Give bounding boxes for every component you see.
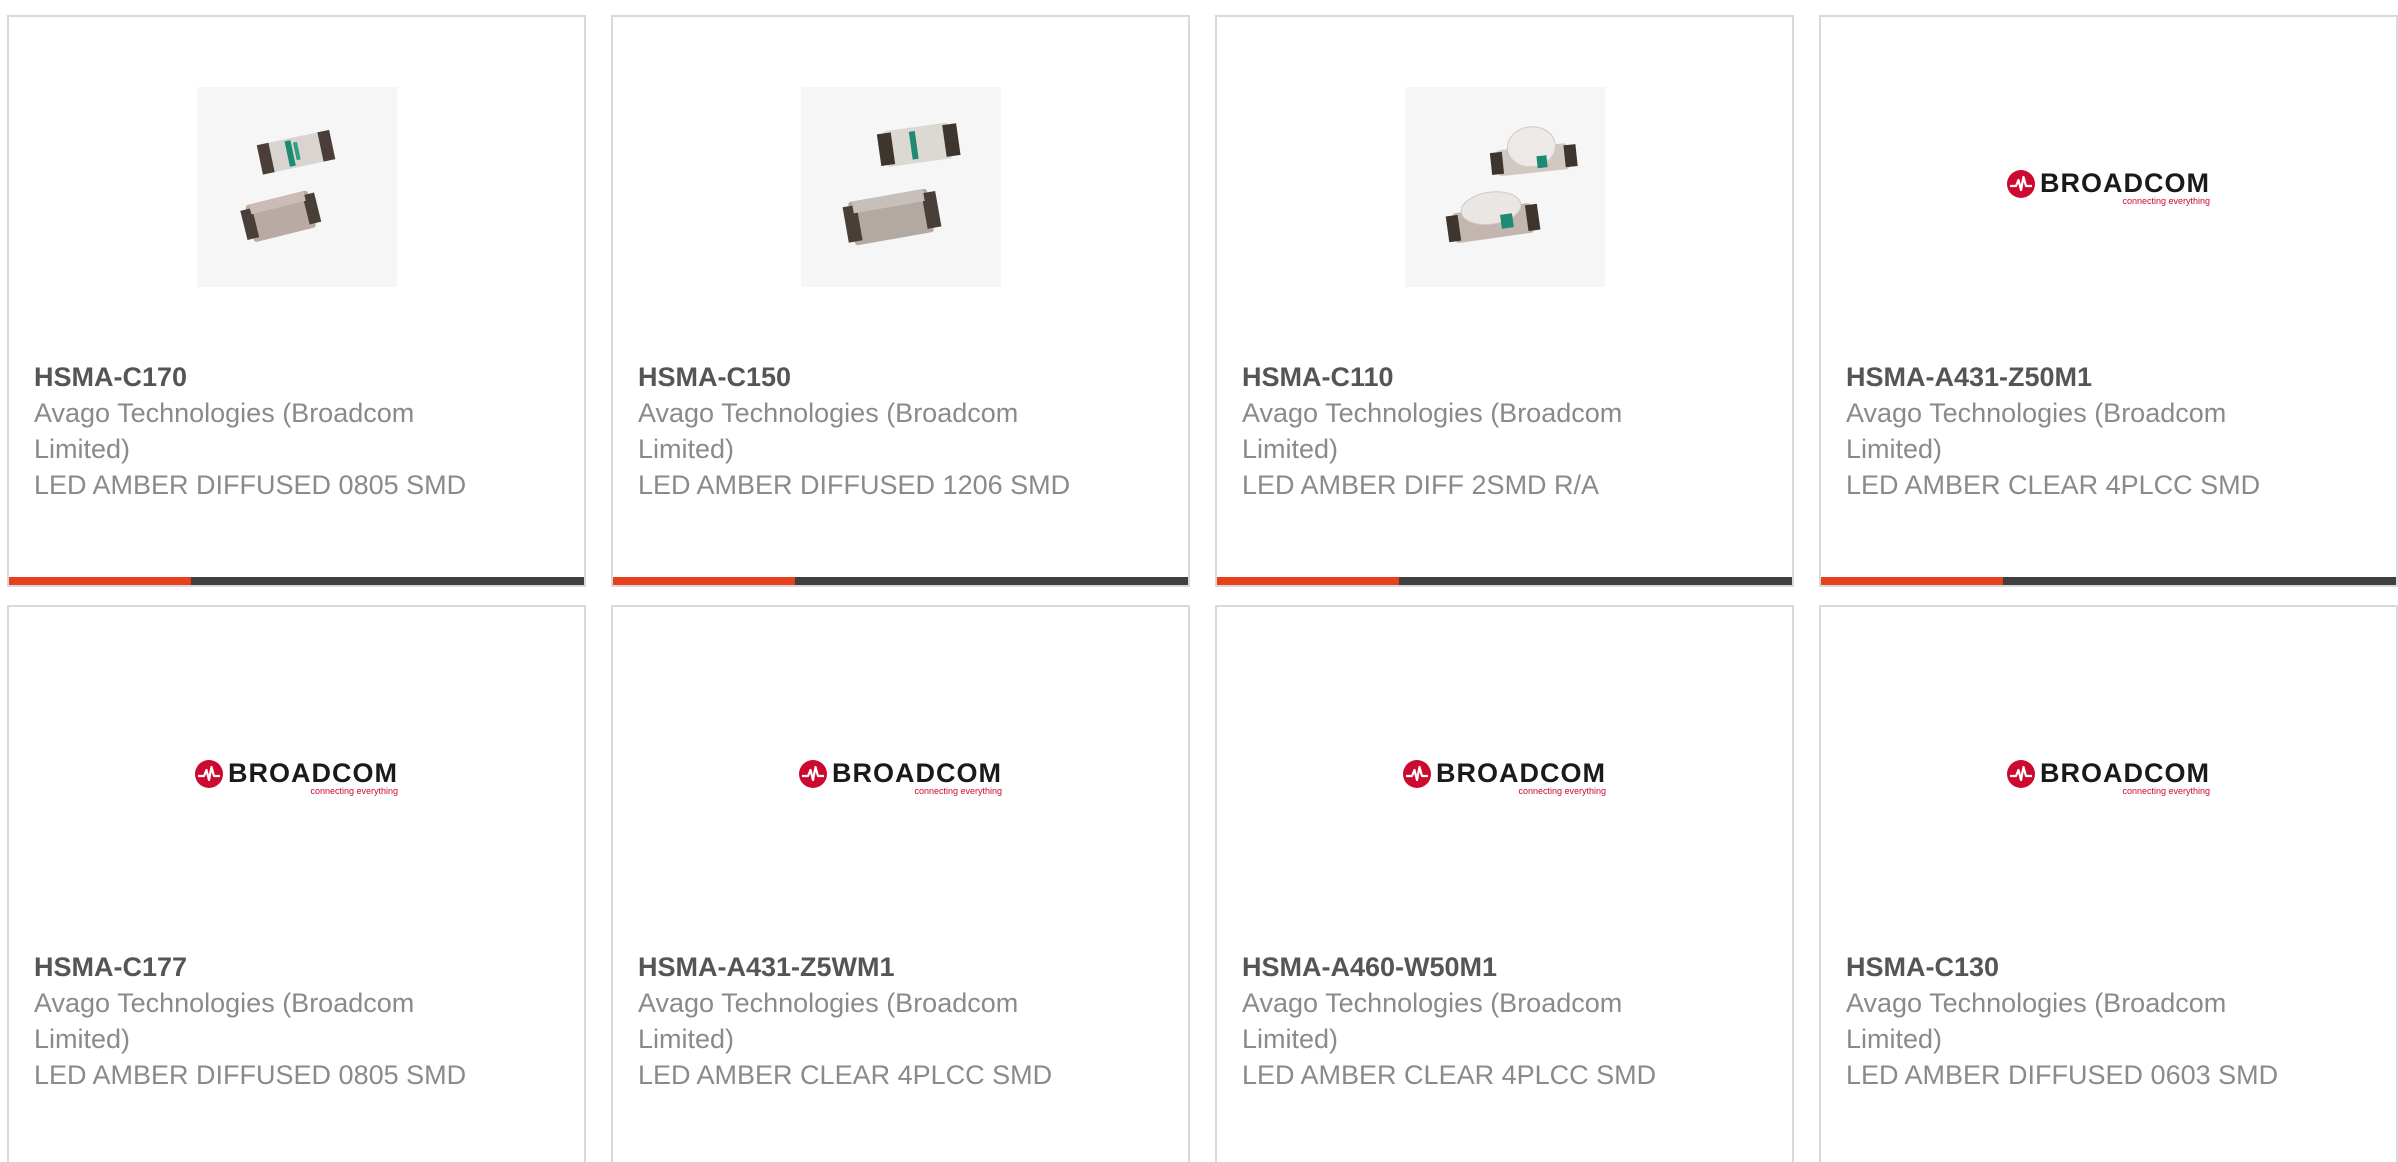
part-number[interactable]: HSMA-A431-Z50M1 — [1846, 359, 2286, 395]
product-card[interactable]: BROADCOM connecting everything HSMA-A431… — [611, 605, 1190, 1162]
product-image[interactable] — [800, 87, 1001, 287]
product-info: HSMA-C130 Avago Technologies (Broadcom L… — [1846, 949, 2286, 1093]
product-image[interactable] — [196, 87, 397, 287]
product-image[interactable]: BROADCOM connecting everything — [799, 677, 1002, 877]
product-card[interactable]: HSMA-C170 Avago Technologies (Broadcom L… — [7, 15, 586, 587]
product-grid: HSMA-C170 Avago Technologies (Broadcom L… — [0, 0, 2398, 1162]
broadcom-logo: BROADCOM connecting everything — [799, 758, 1002, 796]
led-chip-icon — [1445, 126, 1578, 243]
description: LED AMBER CLEAR 4PLCC SMD — [1846, 470, 2261, 500]
led-chip-icon — [239, 129, 335, 242]
broadcom-pulse-icon — [1403, 759, 1431, 788]
product-info: HSMA-A431-Z5WM1 Avago Technologies (Broa… — [638, 949, 1078, 1093]
part-number[interactable]: HSMA-C110 — [1242, 359, 1682, 395]
part-number[interactable]: HSMA-A431-Z5WM1 — [638, 949, 1078, 985]
part-number[interactable]: HSMA-C150 — [638, 359, 1078, 395]
product-info: HSMA-C177 Avago Technologies (Broadcom L… — [34, 949, 474, 1093]
product-card[interactable]: BROADCOM connecting everything HSMA-A460… — [1215, 605, 1794, 1162]
description: LED AMBER DIFFUSED 0603 SMD — [1846, 1060, 2279, 1090]
description: LED AMBER DIFFUSED 0805 SMD — [34, 1060, 467, 1090]
manufacturer: Avago Technologies (Broadcom Limited) — [1242, 988, 1623, 1054]
product-image[interactable]: BROADCOM connecting everything — [1403, 677, 1606, 877]
broadcom-logo: BROADCOM connecting everything — [195, 758, 398, 796]
description: LED AMBER CLEAR 4PLCC SMD — [1242, 1060, 1657, 1090]
card-accent-bar — [9, 577, 584, 585]
product-card[interactable]: HSMA-C150 Avago Technologies (Broadcom L… — [611, 15, 1190, 587]
product-image[interactable]: BROADCOM connecting everything — [2007, 87, 2210, 287]
product-info: HSMA-C150 Avago Technologies (Broadcom L… — [638, 359, 1078, 503]
part-number[interactable]: HSMA-A460-W50M1 — [1242, 949, 1682, 985]
product-card[interactable]: BROADCOM connecting everything HSMA-C177… — [7, 605, 586, 1162]
description: LED AMBER DIFFUSED 0805 SMD — [34, 470, 467, 500]
product-card[interactable]: BROADCOM connecting everything HSMA-A431… — [1819, 15, 2398, 587]
part-number[interactable]: HSMA-C130 — [1846, 949, 2286, 985]
product-card[interactable]: BROADCOM connecting everything HSMA-C130… — [1819, 605, 2398, 1162]
card-accent-bar — [1821, 577, 2396, 585]
product-image[interactable]: BROADCOM connecting everything — [195, 677, 398, 877]
broadcom-logo: BROADCOM connecting everything — [1403, 758, 1606, 796]
broadcom-pulse-icon — [195, 759, 223, 788]
broadcom-logo: BROADCOM connecting everything — [2007, 758, 2210, 796]
description: LED AMBER DIFF 2SMD R/A — [1242, 470, 1600, 500]
card-accent-bar — [613, 577, 1188, 585]
broadcom-pulse-icon — [2007, 759, 2035, 788]
product-image[interactable]: BROADCOM connecting everything — [2007, 677, 2210, 877]
manufacturer: Avago Technologies (Broadcom Limited) — [34, 398, 415, 464]
product-info: HSMA-C170 Avago Technologies (Broadcom L… — [34, 359, 474, 503]
description: LED AMBER DIFFUSED 1206 SMD — [638, 470, 1071, 500]
part-number[interactable]: HSMA-C170 — [34, 359, 474, 395]
product-image[interactable] — [1404, 87, 1605, 287]
led-chip-icon — [842, 122, 961, 246]
broadcom-pulse-icon — [799, 759, 827, 788]
product-info: HSMA-C110 Avago Technologies (Broadcom L… — [1242, 359, 1682, 503]
manufacturer: Avago Technologies (Broadcom Limited) — [34, 988, 415, 1054]
product-info: HSMA-A431-Z50M1 Avago Technologies (Broa… — [1846, 359, 2286, 503]
manufacturer: Avago Technologies (Broadcom Limited) — [1846, 398, 2227, 464]
card-accent-bar — [1217, 577, 1792, 585]
broadcom-logo: BROADCOM connecting everything — [2007, 168, 2210, 206]
manufacturer: Avago Technologies (Broadcom Limited) — [638, 988, 1019, 1054]
product-info: HSMA-A460-W50M1 Avago Technologies (Broa… — [1242, 949, 1682, 1093]
product-card[interactable]: HSMA-C110 Avago Technologies (Broadcom L… — [1215, 15, 1794, 587]
description: LED AMBER CLEAR 4PLCC SMD — [638, 1060, 1053, 1090]
broadcom-pulse-icon — [2007, 169, 2035, 198]
manufacturer: Avago Technologies (Broadcom Limited) — [638, 398, 1019, 464]
part-number[interactable]: HSMA-C177 — [34, 949, 474, 985]
manufacturer: Avago Technologies (Broadcom Limited) — [1846, 988, 2227, 1054]
manufacturer: Avago Technologies (Broadcom Limited) — [1242, 398, 1623, 464]
